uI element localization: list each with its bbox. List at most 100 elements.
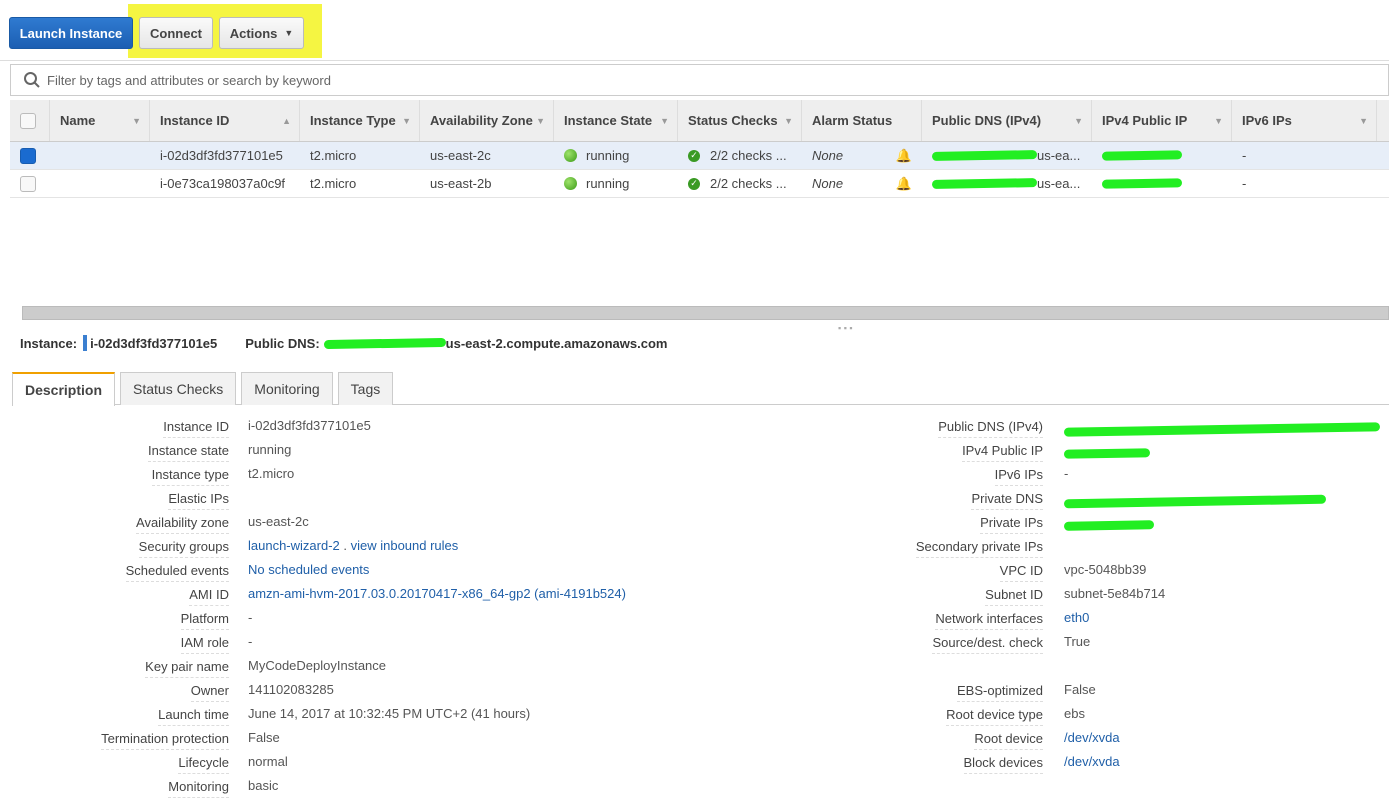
alarm-text: None (812, 148, 844, 163)
az-cell: us-east-2b (430, 176, 492, 191)
column-label: Public DNS (IPv4) (932, 113, 1042, 128)
detail-value: - (248, 610, 253, 625)
column-header[interactable]: Instance ID ▲ (150, 100, 300, 141)
name-cell (50, 170, 150, 197)
column-header[interactable]: Public DNS (IPv4) ▼ (922, 100, 1092, 141)
detail-label: Security groups (138, 539, 229, 558)
row-checkbox[interactable] (20, 147, 36, 164)
detail-value: vpc-5048bb39 (1064, 562, 1147, 577)
detail-label: Private IPs (980, 515, 1043, 534)
column-header[interactable]: Name ▼ (50, 100, 150, 141)
detail-label: Network interfaces (935, 611, 1043, 630)
detail-label: EBS-optimized (957, 683, 1043, 702)
state-cell: running (554, 142, 678, 169)
state-text: running (586, 176, 630, 191)
detail-value: subnet-5e84b714 (1064, 586, 1166, 601)
detail-link[interactable]: No scheduled events (248, 562, 369, 577)
tab-tags[interactable]: Tags (337, 372, 394, 405)
column-header[interactable]: IPv4 Public IP ▼ (1092, 100, 1232, 141)
dns-text: us-ea... (1037, 176, 1081, 191)
detail-value: normal (248, 754, 288, 769)
sort-icon: ▼ (402, 115, 411, 126)
detail-label: AMI ID (189, 587, 229, 606)
column-label: Instance ID (160, 113, 230, 128)
tab-description[interactable]: Description (12, 372, 116, 406)
column-header[interactable]: Availability Zone ▼ (420, 100, 554, 141)
column-header[interactable]: Instance State ▼ (554, 100, 678, 141)
table-row[interactable]: i-0e73ca198037a0c9f t2.micro us-east-2b … (10, 170, 1389, 198)
running-status-icon (564, 149, 577, 162)
create-alarm-icon[interactable]: 🔔 (896, 176, 912, 192)
select-all[interactable] (10, 100, 50, 141)
detail-label: Elastic IPs (168, 491, 229, 510)
checks-text: 2/2 checks ... (710, 176, 787, 191)
sort-asc-icon: ▲ (282, 115, 291, 126)
check-icon: ✓ (688, 149, 700, 162)
checks-text: 2/2 checks ... (710, 148, 787, 163)
detail-value: June 14, 2017 at 10:32:45 PM UTC+2 (41 h… (248, 706, 531, 721)
redaction-mark (931, 178, 1038, 189)
alarm-cell: None 🔔 (802, 170, 922, 197)
detail-label: Monitoring (168, 779, 229, 798)
redaction-mark (1063, 520, 1155, 531)
redaction-mark (1101, 150, 1183, 161)
detail-link[interactable]: /dev/xvda (1064, 754, 1120, 769)
detail-label: Root device type (946, 707, 1043, 726)
detail-link[interactable]: /dev/xvda (1064, 730, 1120, 745)
instance-type-cell: t2.micro (310, 148, 357, 163)
name-cell (50, 142, 150, 169)
actions-label: Actions (229, 25, 278, 41)
row-checkbox[interactable] (20, 175, 36, 192)
detail-label: VPC ID (999, 563, 1043, 582)
select-all-checkbox[interactable] (20, 112, 36, 129)
detail-label: Block devices (963, 755, 1043, 774)
sort-icon: ▼ (1214, 115, 1223, 126)
ip-cell (1092, 170, 1232, 197)
dns-cell: us-ea... (922, 142, 1092, 169)
detail-value: MyCodeDeployInstance (248, 658, 387, 673)
redaction-mark (1101, 178, 1183, 189)
table-row[interactable]: i-02d3df3fd377101e5 t2.micro us-east-2c … (10, 142, 1389, 170)
actions-dropdown[interactable]: Actions ▼ (219, 17, 304, 49)
ipv6-cell: - (1242, 148, 1247, 163)
tab-monitoring[interactable]: Monitoring (241, 372, 333, 405)
ip-cell (1092, 142, 1232, 169)
state-cell: running (554, 170, 678, 197)
tab-status-checks[interactable]: Status Checks (120, 372, 237, 405)
column-header[interactable]: Instance Type ▼ (300, 100, 420, 141)
sort-icon: ▼ (536, 115, 545, 126)
column-label: IPv6 IPs (1242, 113, 1292, 128)
detail-link[interactable]: eth0 (1064, 610, 1089, 625)
checks-cell: ✓ 2/2 checks ... (678, 170, 802, 197)
detail-label: Subnet ID (985, 587, 1043, 606)
detail-label: Source/dest. check (932, 635, 1043, 654)
detail-value: False (248, 730, 280, 745)
redaction-mark (1063, 448, 1151, 459)
dns-text: us-ea... (1037, 148, 1081, 163)
resize-handle[interactable]: ▪ ▪ ▪ (838, 323, 853, 333)
detail-label: Key pair name (145, 659, 229, 678)
detail-label: Private DNS (971, 491, 1043, 510)
create-alarm-icon[interactable]: 🔔 (896, 148, 912, 164)
divider (0, 60, 1389, 61)
detail-link[interactable]: launch-wizard-2 (248, 538, 340, 553)
detail-value: - (248, 634, 253, 649)
filter-input[interactable]: Filter by tags and attributes or search … (10, 64, 1389, 96)
column-header[interactable]: IPv6 IPs ▼ (1232, 100, 1377, 141)
launch-instance-button[interactable]: Launch Instance (9, 17, 133, 49)
alarm-text: None (812, 176, 844, 191)
column-header[interactable]: Status Checks ▼ (678, 100, 802, 141)
detail-link[interactable]: amzn-ami-hvm-2017.03.0.20170417-x86_64-g… (248, 586, 626, 601)
detail-label: IPv4 Public IP (962, 443, 1043, 462)
column-header[interactable]: Alarm Status (802, 100, 922, 141)
horizontal-scrollbar[interactable] (22, 306, 1389, 320)
detail-label: IPv6 IPs (994, 467, 1043, 486)
checks-cell: ✓ 2/2 checks ... (678, 142, 802, 169)
connect-button[interactable]: Connect (139, 17, 213, 49)
view-inbound-rules-link[interactable]: view inbound rules (351, 538, 459, 553)
sort-icon: ▼ (1074, 115, 1083, 126)
detail-value: - (1064, 466, 1069, 481)
sort-icon: ▼ (660, 115, 669, 126)
redaction-mark (1063, 494, 1327, 509)
detail-label: Scheduled events (125, 563, 229, 582)
